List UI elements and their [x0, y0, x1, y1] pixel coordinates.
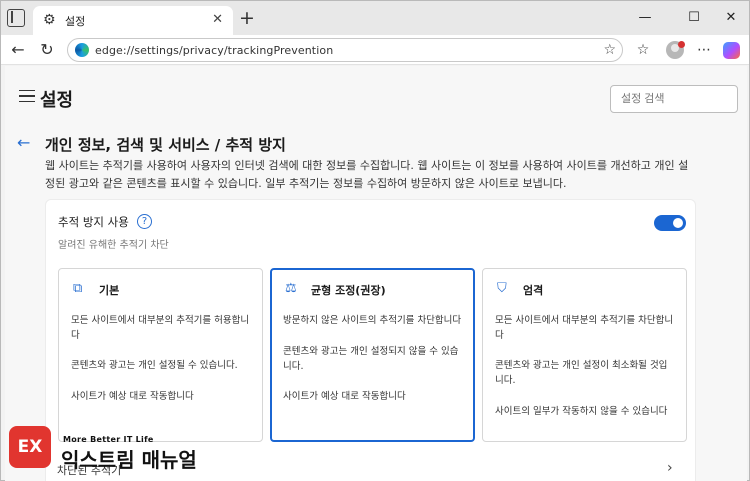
- favorite-star-icon[interactable]: ☆: [603, 41, 616, 59]
- tracking-prevention-subtitle: 알려진 유해한 추적기 차단: [58, 240, 169, 251]
- card-line: 콘텐츠와 광고는 개인 설정되지 않을 수 있습니다.: [283, 346, 459, 372]
- favorites-icon[interactable]: ☆: [633, 40, 653, 60]
- card-line: 사이트가 예상 대로 작동합니다: [71, 391, 194, 402]
- settings-title: 설정: [40, 90, 74, 111]
- watermark-name: 익스트림 매뉴얼: [61, 448, 197, 472]
- more-options-icon[interactable]: ⋯: [694, 40, 714, 60]
- card-basic[interactable]: ⧉ 기본 모든 사이트에서 대부분의 추적기를 허용합니다 콘텐츠와 광고는 개…: [58, 268, 263, 442]
- card-title: 균형 조정(권장): [311, 284, 386, 297]
- description-line: 웹 사이트는 추적기를 사용하여 사용자의 인터넷 검색에 대한 정보를 수집합…: [45, 159, 689, 172]
- page-title: 개인 정보, 검색 및 서비스 / 추적 방지: [45, 136, 286, 154]
- copilot-icon[interactable]: [723, 42, 740, 59]
- watermark-logo: EX: [9, 426, 51, 468]
- tab-title: 설정: [65, 15, 86, 28]
- card-line: 사이트가 예상 대로 작동합니다: [283, 391, 406, 402]
- refresh-button[interactable]: ↻: [36, 39, 58, 61]
- tab-settings[interactable]: ⚙ 설정 ✕: [33, 6, 233, 35]
- close-tab-icon[interactable]: ✕: [212, 11, 223, 29]
- profile-notification-dot: [678, 41, 685, 48]
- card-strict[interactable]: ⛉ 엄격 모든 사이트에서 대부분의 추적기를 차단합니다 콘텐츠와 광고는 개…: [482, 268, 687, 442]
- card-line: 모든 사이트에서 대부분의 추적기를 차단합니다: [495, 315, 674, 341]
- card-line: 모든 사이트에서 대부분의 추적기를 허용합니다: [71, 315, 250, 341]
- card-title: 기본: [99, 284, 120, 297]
- gear-icon: ⚙: [43, 12, 56, 28]
- card-title: 엄격: [523, 284, 544, 297]
- scale-icon: ⚖: [285, 281, 297, 296]
- tab-actions-button[interactable]: [7, 9, 25, 27]
- tab-strip: ⚙ 설정 ✕ + — ☐ ✕: [1, 1, 749, 35]
- tracking-prevention-label: 추적 방지 사용: [58, 215, 129, 229]
- url-text[interactable]: edge://settings/privacy/trackingPreventi…: [95, 44, 333, 57]
- card-line: 사이트의 일부가 작동하지 않을 수 있습니다: [495, 406, 668, 417]
- card-balanced[interactable]: ⚖ 균형 조정(권장) 방문하지 않은 사이트의 추적기를 차단합니다 콘텐츠와…: [270, 268, 475, 442]
- back-arrow-icon[interactable]: ←: [17, 134, 30, 152]
- shapes-icon: ⧉: [73, 281, 83, 296]
- card-line: 콘텐츠와 광고는 개인 설정될 수 있습니다.: [71, 360, 238, 371]
- menu-icon[interactable]: [19, 90, 35, 102]
- section-description: 웹 사이트는 추적기를 사용하여 사용자의 인터넷 검색에 대한 정보를 수집합…: [45, 157, 700, 193]
- help-icon[interactable]: ?: [137, 214, 152, 229]
- address-bar[interactable]: edge://settings/privacy/trackingPreventi…: [67, 38, 623, 62]
- browser-toolbar: ← ↻ edge://settings/privacy/trackingPrev…: [1, 35, 749, 65]
- tracking-prevention-toggle[interactable]: [654, 215, 686, 231]
- shield-icon: ⛉: [497, 281, 507, 296]
- close-window-button[interactable]: ✕: [721, 9, 741, 27]
- new-tab-button[interactable]: +: [237, 6, 257, 30]
- watermark-tagline: More Better IT Life: [63, 435, 154, 444]
- back-button[interactable]: ←: [7, 39, 29, 61]
- maximize-button[interactable]: ☐: [684, 9, 704, 27]
- description-line: 정된 광고와 같은 콘텐츠를 표시할 수 있습니다. 일부 추적기는 정보를 수…: [45, 177, 567, 190]
- card-line: 콘텐츠와 광고는 개인 설정이 최소화될 것입니다.: [495, 360, 668, 386]
- chevron-right-icon[interactable]: ›: [667, 460, 673, 476]
- settings-page: 설정 ← 개인 정보, 검색 및 서비스 / 추적 방지 웹 사이트는 추적기를…: [5, 66, 747, 481]
- minimize-button[interactable]: —: [635, 9, 655, 27]
- settings-search-input[interactable]: [610, 85, 738, 113]
- card-line: 방문하지 않은 사이트의 추적기를 차단합니다: [283, 315, 462, 326]
- edge-logo-icon: [75, 43, 89, 57]
- browser-window: ⚙ 설정 ✕ + — ☐ ✕ ← ↻ edge://settings/priva…: [0, 0, 750, 481]
